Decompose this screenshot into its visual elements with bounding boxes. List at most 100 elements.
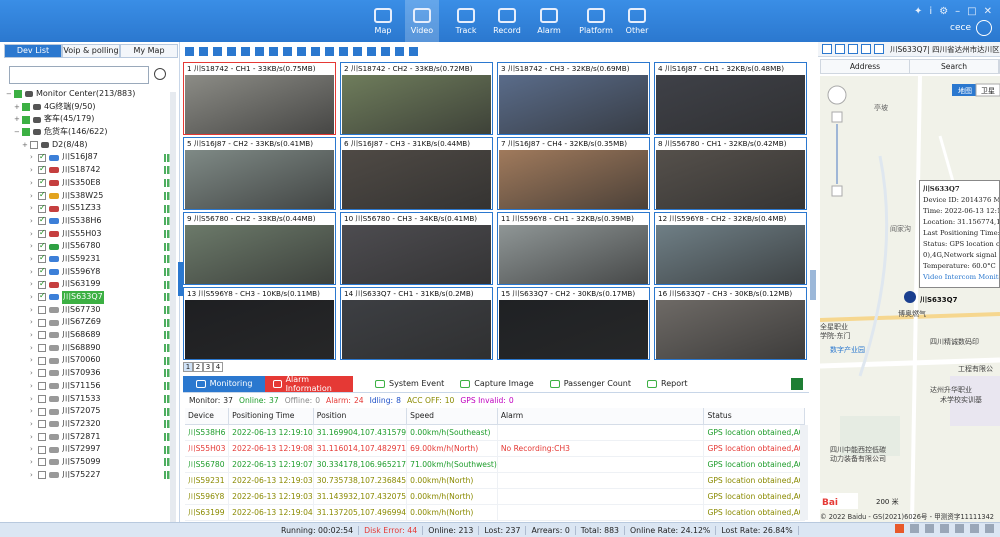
video-stream[interactable] — [185, 150, 334, 209]
expand-toggle-icon[interactable]: › — [30, 240, 38, 253]
expand-toggle-icon[interactable]: › — [30, 354, 38, 367]
tree-checkbox[interactable] — [38, 189, 46, 202]
export-excel-icon[interactable] — [791, 377, 803, 390]
tree-node[interactable]: › 川S72075 — [6, 405, 176, 418]
tree-checkbox[interactable] — [38, 432, 46, 441]
expand-toggle-icon[interactable]: › — [30, 431, 38, 444]
tree-checkbox[interactable] — [38, 214, 46, 227]
tree-checkbox[interactable] — [38, 176, 46, 189]
settings-icon[interactable]: ⚙ — [939, 6, 948, 17]
stat-item[interactable]: Idling: 8 — [370, 396, 401, 405]
popup-intercom-link[interactable]: Intercom — [945, 273, 976, 281]
tree-node[interactable]: › 川S75099 — [6, 456, 176, 469]
pan-control-icon[interactable] — [827, 85, 847, 105]
fullscreen-icon[interactable] — [339, 46, 348, 56]
tree-node[interactable]: › 川S38W25 — [6, 189, 176, 203]
play-icon[interactable] — [367, 46, 376, 56]
nav-video[interactable]: Video — [405, 0, 439, 42]
page-button[interactable]: 3 — [203, 362, 213, 372]
ime-shirt-icon[interactable] — [970, 524, 979, 533]
tree-node[interactable]: › 川S596Y8 — [6, 265, 176, 279]
zoom-out-icon[interactable] — [831, 185, 843, 197]
minimize-icon[interactable]: – — [955, 6, 960, 17]
expand-toggle-icon[interactable]: › — [30, 393, 38, 406]
tab-dev-list[interactable]: Dev List — [4, 44, 62, 58]
popup-video-link[interactable]: Video — [923, 273, 942, 281]
stop-icon[interactable] — [381, 46, 390, 56]
video-cell[interactable]: 9 川S56780 - CH2 - 33KB/s(0.44MB) — [183, 212, 336, 285]
tree-node[interactable]: › 川S56780 — [6, 240, 176, 253]
zoom-in-icon[interactable] — [831, 111, 843, 123]
layout-10-icon[interactable] — [255, 46, 264, 56]
tree-checkbox[interactable] — [38, 202, 46, 214]
stat-item[interactable]: GPS Invalid: 0 — [460, 396, 513, 405]
tree-checkbox[interactable] — [38, 344, 46, 353]
tree-node[interactable]: › 川S67Z69 — [6, 316, 176, 329]
volume-icon[interactable] — [409, 46, 418, 56]
expand-toggle-icon[interactable]: › — [30, 456, 38, 469]
page-button[interactable]: 2 — [193, 362, 203, 372]
nav-track[interactable]: Track — [449, 0, 483, 42]
expand-toggle-icon[interactable]: › — [30, 164, 38, 177]
ime-keyboard-icon[interactable] — [955, 524, 964, 533]
page-button[interactable]: 1 — [183, 362, 193, 372]
tree-checkbox[interactable] — [38, 240, 46, 252]
tree-checkbox[interactable] — [30, 141, 38, 150]
expand-toggle-icon[interactable]: › — [30, 228, 38, 241]
tree-checkbox[interactable] — [22, 103, 30, 112]
nav-other[interactable]: Other — [620, 0, 654, 42]
tree-checkbox[interactable] — [38, 331, 46, 340]
video-stream[interactable] — [342, 300, 491, 359]
tree-checkbox[interactable] — [14, 90, 22, 99]
tree-checkbox[interactable] — [38, 458, 46, 467]
column-header[interactable]: Positioning Time — [228, 408, 314, 425]
expand-toggle-icon[interactable]: › — [30, 405, 38, 418]
video-stream[interactable] — [499, 225, 648, 284]
expand-toggle-icon[interactable]: › — [30, 266, 38, 279]
video-cell[interactable]: 2 川S18742 - CH2 - 33KB/s(0.72MB) — [340, 62, 493, 135]
tree-checkbox[interactable] — [38, 470, 46, 479]
column-header[interactable]: Device — [185, 408, 230, 425]
tree-node[interactable]: › 川S70936 — [6, 367, 176, 380]
video-stream[interactable] — [342, 150, 491, 209]
layout-4-icon[interactable] — [199, 46, 208, 56]
expand-toggle-icon[interactable]: › — [30, 151, 38, 164]
table-scrollbar[interactable] — [800, 425, 808, 520]
tree-checkbox[interactable] — [38, 227, 46, 240]
tree-checkbox[interactable] — [38, 318, 46, 327]
ime-mic-icon[interactable] — [940, 524, 949, 533]
expand-toggle-icon[interactable]: › — [30, 190, 38, 203]
tree-checkbox[interactable] — [22, 128, 30, 137]
video-stream[interactable] — [499, 300, 648, 359]
table-row[interactable]: 川S596Y8 2022-06-13 12:19:03 31.143932,107.… — [185, 488, 805, 505]
expand-toggle-icon[interactable]: › — [30, 253, 38, 266]
stat-item[interactable]: Offline: 0 — [285, 396, 320, 405]
video-cell[interactable]: 16 川S633Q7 - CH3 - 30KB/s(0.12MB) — [654, 287, 807, 360]
tab-passenger-count[interactable]: Passenger Count — [542, 376, 639, 392]
table-row[interactable]: 川S55H03 2022-06-13 12:19:08 31.116014,107.… — [185, 440, 805, 457]
grid-icon[interactable] — [861, 44, 871, 54]
tree-checkbox[interactable] — [38, 407, 46, 416]
column-header[interactable]: Status — [703, 408, 805, 425]
close-map-icon[interactable] — [874, 44, 884, 54]
tree-node[interactable]: › 川S18742 — [6, 163, 176, 177]
layout-8-icon[interactable] — [227, 46, 236, 56]
video-cell[interactable]: 15 川S633Q7 - CH2 - 30KB/s(0.17MB) — [497, 287, 650, 360]
column-header[interactable]: Alarm — [497, 408, 705, 425]
tree-node[interactable]: › 川S63199 — [6, 278, 176, 291]
video-stream[interactable] — [185, 75, 334, 134]
tree-checkbox[interactable] — [22, 115, 30, 124]
stat-item[interactable]: ACC OFF: 10 — [407, 396, 454, 405]
vehicle-marker-icon[interactable] — [904, 291, 916, 303]
video-cell[interactable]: 13 川S596Y8 - CH3 - 10KB/s(0.11MB) — [183, 287, 336, 360]
video-stream[interactable] — [185, 300, 334, 359]
table-row[interactable]: 川S59231 2022-06-13 12:19:03 30.735738,107.… — [185, 472, 805, 489]
expand-toggle-icon[interactable]: › — [30, 329, 38, 342]
popup-monitor-link[interactable]: Monitor — [978, 273, 999, 281]
tree-node[interactable]: › 川S72871 — [6, 431, 176, 444]
tab-system-event[interactable]: System Event — [367, 376, 452, 392]
maximize-icon[interactable]: □ — [967, 6, 976, 17]
layout-9-icon[interactable] — [241, 46, 250, 56]
tree-checkbox[interactable] — [38, 252, 46, 265]
search-column[interactable]: Search — [910, 60, 999, 73]
